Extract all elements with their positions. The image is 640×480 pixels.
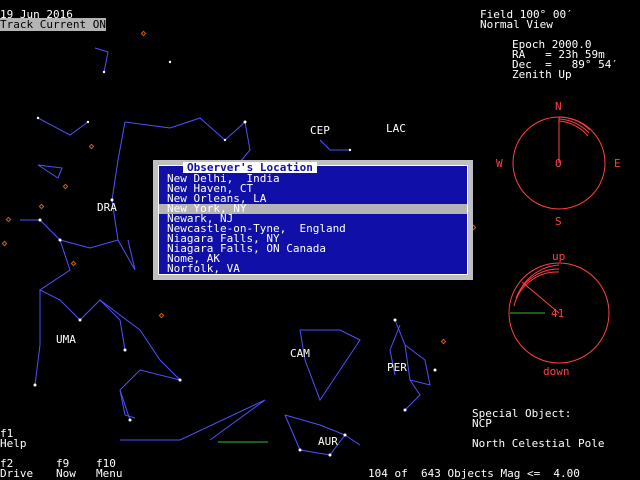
special-object-name: North Celestial Pole	[472, 437, 605, 450]
dialog-panel: Observer's Location New Delhi, India New…	[158, 162, 468, 275]
altitude-down-label: down	[543, 365, 570, 378]
constellation-label-cam[interactable]: CAM	[290, 348, 310, 359]
altitude-up-label: up	[552, 250, 566, 263]
special-object-code: NCP	[472, 417, 492, 430]
help-button[interactable]: Help	[0, 438, 27, 449]
constellation-label-cep[interactable]: CEP	[310, 125, 330, 136]
city-list[interactable]: New Delhi, India New Haven, CT New Orlea…	[159, 173, 467, 274]
track-label: Track Current	[0, 18, 87, 31]
observer-location-dialog: Observer's Location New Delhi, India New…	[153, 160, 473, 280]
altitude-value: 41	[551, 307, 565, 320]
compass-center: O	[555, 157, 562, 170]
compass-south: S	[555, 215, 562, 228]
view-mode: Normal View	[480, 18, 553, 31]
constellation-label-lac[interactable]: LAC	[386, 123, 406, 134]
constellation-label-aur[interactable]: AUR	[318, 436, 338, 447]
objects-status: 104 of 643 Objects Mag <= 4.00	[368, 467, 580, 480]
compass-west: W	[496, 157, 503, 170]
drive-button[interactable]: Drive	[0, 468, 33, 479]
menu-button[interactable]: Menu	[96, 468, 123, 479]
city-item[interactable]: Norfolk, VA	[159, 263, 467, 274]
zenith-display: Zenith Up	[512, 68, 572, 81]
track-state: ON	[92, 18, 106, 31]
compass-north: N	[555, 100, 562, 113]
track-status[interactable]: Track Current ON	[0, 18, 106, 31]
constellation-label-uma[interactable]: UMA	[56, 334, 76, 345]
now-button[interactable]: Now	[56, 468, 76, 479]
constellation-label-dra[interactable]: DRA	[97, 202, 117, 213]
constellation-label-per[interactable]: PER	[387, 362, 407, 373]
compass-east: E	[614, 157, 621, 170]
